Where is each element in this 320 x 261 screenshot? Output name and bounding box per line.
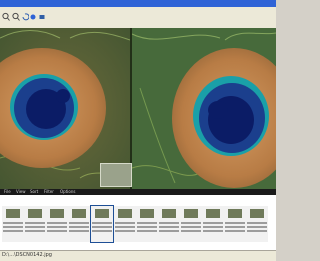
image-viewer[interactable]	[0, 28, 276, 189]
thumbnail[interactable]	[224, 206, 246, 242]
thumbnail[interactable]	[68, 206, 90, 242]
peacock-feather-image	[0, 28, 276, 189]
navigator-thumbnail[interactable]	[100, 163, 132, 187]
status-bar: D:\...\DSCN0142.jpg	[0, 250, 276, 261]
thumbnail[interactable]	[180, 206, 202, 242]
thumbnail[interactable]	[46, 206, 68, 242]
zoom-out-icon[interactable]	[2, 11, 10, 23]
zoom-in-icon[interactable]	[12, 11, 20, 23]
thumbnail[interactable]	[202, 206, 224, 242]
toolbar	[0, 7, 276, 29]
thumbnail[interactable]	[114, 206, 136, 242]
rotate-icon[interactable]	[21, 11, 29, 23]
title-bar	[0, 0, 276, 7]
filmstrip	[0, 195, 276, 250]
thumbnail[interactable]	[24, 206, 46, 242]
thumbnail-selected[interactable]	[90, 205, 114, 243]
thumbnail[interactable]	[246, 206, 268, 242]
thumbnail[interactable]	[2, 206, 24, 242]
refresh-icon[interactable]	[29, 11, 37, 23]
settings-icon[interactable]	[38, 11, 46, 23]
thumbnail[interactable]	[158, 206, 180, 242]
status-path: D:\...\DSCN0142.jpg	[2, 252, 52, 258]
thumbnail[interactable]	[136, 206, 158, 242]
